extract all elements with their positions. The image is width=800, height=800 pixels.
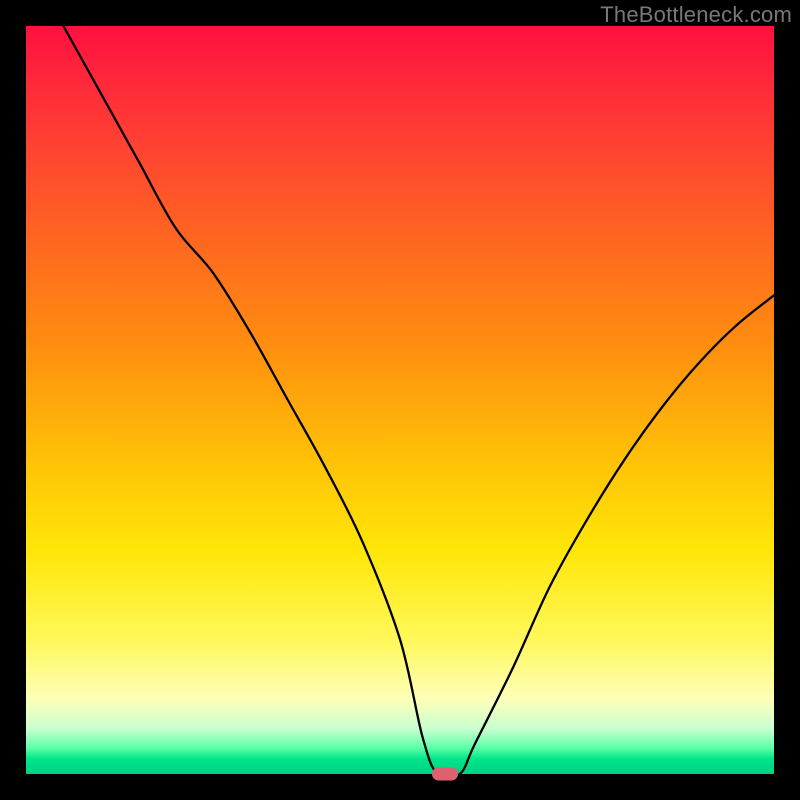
optimal-marker [432, 768, 458, 781]
chart-frame: TheBottleneck.com [0, 0, 800, 800]
bottleneck-curve [26, 26, 774, 774]
watermark-text: TheBottleneck.com [600, 2, 792, 28]
plot-area [26, 26, 774, 774]
